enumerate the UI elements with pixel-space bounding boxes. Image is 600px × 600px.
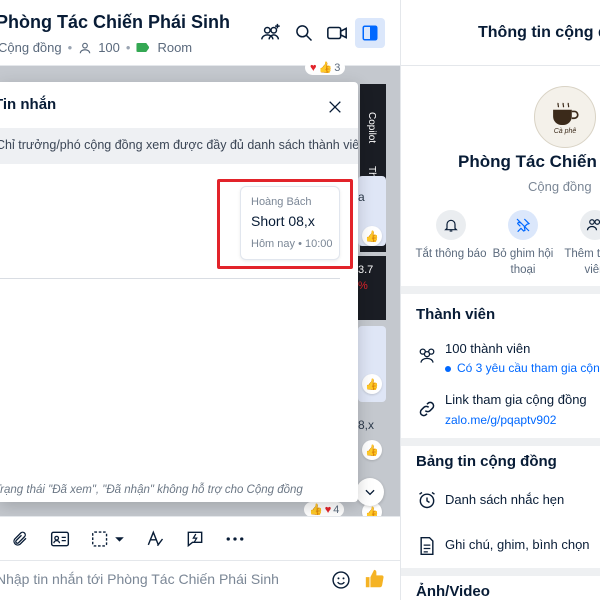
conversation-info-panel: Thông tin cộng đồng Cà phê Phòng Tác Chi… (400, 0, 600, 600)
notification-dot-icon (445, 365, 451, 372)
scroll-down-button[interactable] (356, 478, 384, 506)
quick-message-icon[interactable] (185, 529, 205, 549)
reaction-count: 4 (333, 503, 340, 516)
action-label: Bỏ ghim hội thoại (492, 248, 554, 276)
reaction-count: 3 (334, 61, 341, 74)
dialog-title: Tin nhắn (0, 96, 57, 113)
shared-image[interactable]: 3.7 % (358, 256, 386, 320)
heart-icon: ♥ (310, 61, 317, 74)
coffee-cup-icon (553, 102, 579, 125)
add-group-member-icon[interactable] (260, 22, 282, 44)
emoji-icon[interactable] (331, 570, 353, 592)
group-name: Phòng Tác Chiến Phái Sinh (458, 152, 600, 171)
thumbs-up-icon: 👍 (318, 62, 333, 74)
action-label: Thêm thành viên (564, 248, 600, 276)
section-gap (401, 286, 600, 294)
like-button[interactable]: 👍 (362, 226, 382, 246)
join-requests-text: Có 3 yêu cầu tham gia cộng đồng (457, 361, 600, 375)
more-options-icon[interactable] (225, 529, 245, 549)
side-text: % (358, 280, 368, 292)
chat-type-label: Cộng đồng (0, 40, 62, 55)
reaction-badge[interactable]: 👍 ♥ 4 (304, 502, 345, 517)
members-icon (416, 344, 438, 366)
message-status-dialog: Tin nhắn Chỉ trưởng/phó cộng đồng xem đư… (0, 82, 358, 502)
board-section-title[interactable]: Bảng tin cộng đồng (416, 453, 557, 470)
contact-card-icon[interactable] (50, 529, 70, 549)
add-member-button[interactable]: Thêm thành viên (555, 210, 600, 278)
members-count[interactable]: 100 thành viên (445, 341, 530, 356)
note-icon (416, 535, 438, 557)
chat-subtitle: Cộng đồng • 100 • Room (0, 40, 192, 55)
quick-like-icon[interactable] (364, 568, 388, 592)
toggle-info-panel-icon[interactable] (355, 18, 385, 48)
avatar[interactable]: Cà phê (534, 86, 596, 148)
thumbs-up-icon: 👍 (309, 504, 323, 516)
mute-notifications-button[interactable]: Tắt thông báo (411, 210, 491, 262)
separator-dot: • (67, 40, 73, 55)
group-type: Cộng đồng (528, 179, 592, 194)
member-count[interactable]: 100 (98, 40, 120, 55)
permission-notice-text: Chỉ trưởng/phó cộng đồng xem được đầy đủ… (0, 138, 358, 152)
media-section-title[interactable]: Ảnh/Video (416, 583, 490, 600)
text-format-icon[interactable] (145, 529, 165, 549)
member-icon (79, 42, 91, 53)
permission-notice: Chỉ trưởng/phó cộng đồng xem được đầy đủ… (0, 128, 358, 164)
side-text: a (358, 190, 365, 204)
dialog-footnote: Trạng thái "Đã xem", "Đã nhận" không hỗ … (0, 484, 303, 496)
chat-title: Phòng Tác Chiến Phái Sinh (0, 12, 231, 32)
composer-toolbar (0, 516, 400, 560)
add-member-icon (580, 210, 600, 240)
screenshot-icon[interactable] (90, 529, 130, 549)
side-text: 3.7 (358, 264, 374, 276)
attach-icon[interactable] (10, 529, 30, 549)
side-text: 8,x (358, 418, 375, 432)
reminder-list-item[interactable]: Danh sách nhắc hẹn (445, 492, 564, 507)
like-button[interactable]: 👍 (362, 440, 382, 460)
info-panel-title: Thông tin cộng đồng (478, 24, 600, 41)
unpin-conversation-button[interactable]: Bỏ ghim hội thoại (483, 210, 563, 278)
notes-pins-polls-item[interactable]: Ghi chú, ghim, bình chọn (445, 537, 590, 552)
room-label[interactable]: Room (157, 40, 192, 55)
side-text: Copilot (366, 112, 377, 144)
section-gap (401, 438, 600, 446)
info-panel-header: Thông tin cộng đồng (401, 0, 600, 66)
message-composer (0, 560, 400, 600)
close-icon[interactable] (324, 96, 346, 118)
bell-icon (436, 210, 466, 240)
members-section-title[interactable]: Thành viên (416, 306, 495, 323)
unpin-icon (508, 210, 538, 240)
alarm-clock-icon (416, 489, 438, 511)
heart-icon: ♥ (324, 503, 332, 516)
message-input[interactable] (0, 571, 316, 587)
section-gap (401, 568, 600, 576)
chat-header: Phòng Tác Chiến Phái Sinh Cộng đồng • 10… (0, 0, 400, 66)
link-icon (416, 398, 438, 420)
reaction-badge[interactable]: ♥ 👍 3 (305, 60, 346, 75)
chevron-down-icon (365, 489, 375, 496)
invite-link-url[interactable]: zalo.me/g/pqaptv902 (445, 413, 556, 427)
avatar-caption: Cà phê (553, 127, 577, 135)
action-label: Tắt thông báo (415, 248, 487, 260)
dialog-separator (0, 278, 340, 279)
video-call-icon[interactable] (326, 22, 348, 44)
invite-link-title: Link tham gia cộng đồng (445, 392, 587, 407)
room-tag-icon (136, 43, 150, 52)
highlight-box (217, 179, 353, 269)
join-requests-link[interactable]: Có 3 yêu cầu tham gia cộng đồng (445, 361, 600, 375)
like-button[interactable]: 👍 (362, 374, 382, 394)
separator-dot: • (125, 40, 131, 55)
search-icon[interactable] (293, 22, 315, 44)
